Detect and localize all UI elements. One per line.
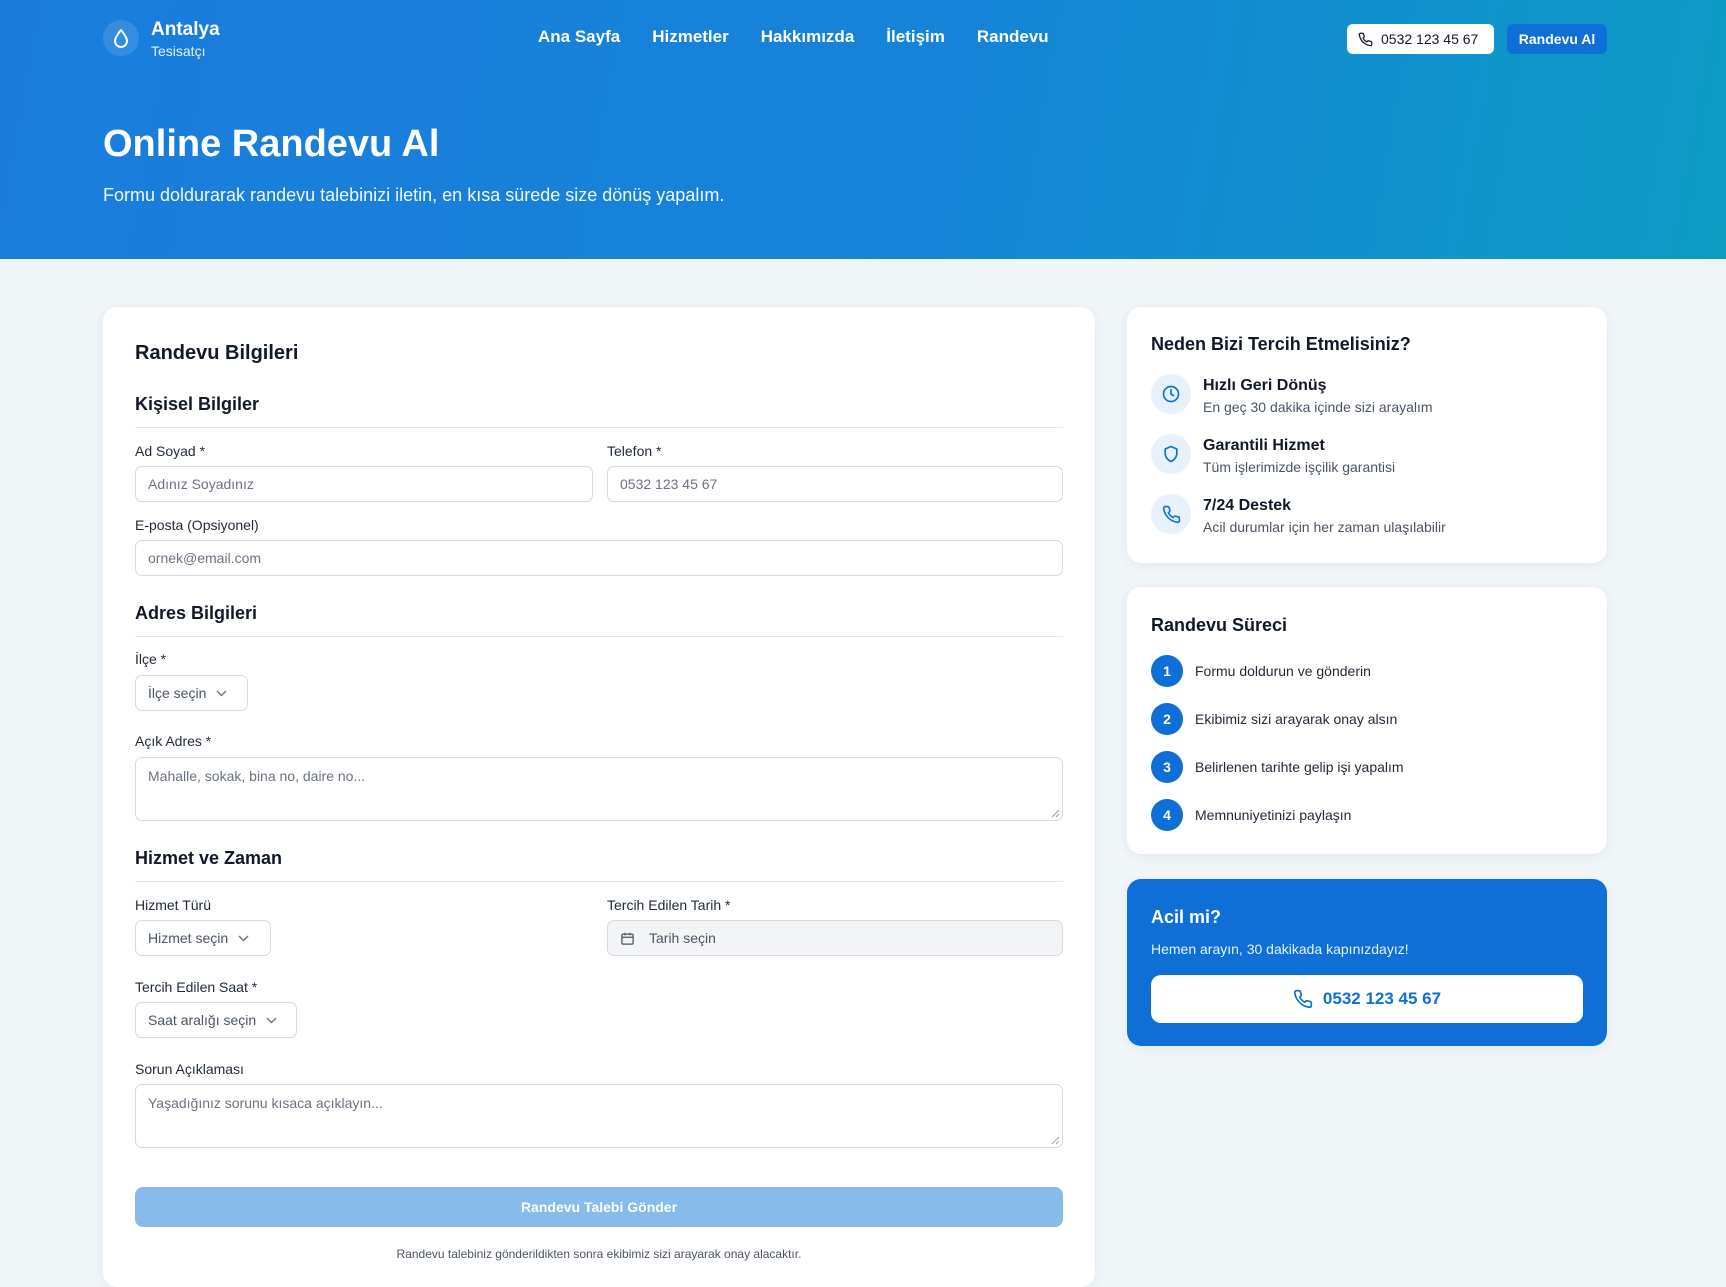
feature-title: Garantili Hizmet: [1203, 437, 1325, 454]
nav-item-home[interactable]: Ana Sayfa: [538, 27, 620, 47]
header-appointment-button[interactable]: Randevu Al: [1507, 24, 1607, 54]
step-text: Memnuniyetinizi paylaşın: [1195, 807, 1352, 823]
feature-item: Hızlı Geri Dönüş En geç 30 dakika içinde…: [1151, 374, 1581, 418]
nav-item-services[interactable]: Hizmetler: [652, 27, 729, 47]
address-label: Açık Adres *: [135, 733, 212, 749]
clock-icon: [1151, 374, 1191, 414]
why-choose-us-card: Neden Bizi Tercih Etmelisiniz? Hızlı Ger…: [1127, 307, 1607, 563]
feature-title: 7/24 Destek: [1203, 497, 1292, 514]
resize-grip-icon[interactable]: [1051, 809, 1060, 818]
process-step: 1 Formu doldurun ve gönderin: [1151, 655, 1571, 687]
phone-icon: [1151, 494, 1191, 534]
service-type-value: Hizmet seçin: [148, 930, 229, 946]
feature-description: Tüm işlerimizde işçilik garantisi: [1203, 459, 1396, 475]
section-title-service: Hizmet ve Zaman: [135, 848, 283, 868]
section-divider: [135, 636, 1063, 637]
appointment-form-card: Randevu Bilgileri Kişisel Bilgiler Ad So…: [103, 307, 1095, 1287]
service-type-select[interactable]: Hizmet seçin: [135, 920, 271, 956]
feature-title: Hızlı Geri Dönüş: [1203, 377, 1327, 394]
step-number: 1: [1151, 655, 1183, 687]
date-label: Tercih Edilen Tarih *: [607, 897, 731, 913]
phone-icon: [1358, 32, 1373, 46]
description-placeholder: Yaşadığınız sorunu kısaca açıklayın...: [148, 1095, 383, 1111]
feature-description: Acil durumlar için her zaman ulaşılabili…: [1203, 519, 1446, 535]
water-drop-icon: [103, 20, 139, 56]
nav-item-appointment[interactable]: Randevu: [977, 27, 1049, 47]
urgent-call-card: Acil mi? Hemen arayın, 30 dakikada kapın…: [1127, 879, 1607, 1046]
urgent-subtitle: Hemen arayın, 30 dakikada kapınızdayız!: [1151, 941, 1409, 957]
form-footnote: Randevu talebiniz gönderildikten sonra e…: [396, 1247, 802, 1261]
address-placeholder: Mahalle, sokak, bina no, daire no...: [148, 768, 366, 784]
email-label: E-posta (Opsiyonel): [135, 517, 259, 533]
process-step: 4 Memnuniyetinizi paylaşın: [1151, 799, 1571, 831]
step-number: 2: [1151, 703, 1183, 735]
section-divider: [135, 881, 1063, 882]
phone-label: Telefon *: [607, 443, 662, 459]
feature-description: En geç 30 dakika içinde sizi arayalım: [1203, 399, 1433, 415]
header-phone-text: 0532 123 45 67: [1381, 31, 1479, 47]
name-input[interactable]: Adınız Soyadınız: [135, 466, 593, 502]
header-phone-button[interactable]: 0532 123 45 67: [1347, 24, 1494, 54]
step-number: 4: [1151, 799, 1183, 831]
chevron-down-icon: [216, 690, 227, 696]
email-input[interactable]: ornek@email.com: [135, 540, 1063, 576]
district-label: İlçe *: [135, 651, 167, 667]
district-select[interactable]: İlçe seçin: [135, 675, 248, 711]
urgent-phone-text: 0532 123 45 67: [1322, 989, 1442, 1008]
address-textarea[interactable]: Mahalle, sokak, bina no, daire no...: [135, 757, 1063, 821]
feature-item: 7/24 Destek Acil durumlar için her zaman…: [1151, 494, 1581, 538]
brand-subtitle: Tesisatçı: [151, 43, 206, 59]
resize-grip-icon[interactable]: [1051, 1136, 1060, 1145]
feature-item: Garantili Hizmet Tüm işlerimizde işçilik…: [1151, 434, 1581, 478]
nav-item-contact[interactable]: İletişim: [886, 27, 945, 47]
submit-button[interactable]: Randevu Talebi Gönder: [135, 1187, 1063, 1227]
shield-icon: [1151, 434, 1191, 474]
page-title: Online Randevu Al: [103, 123, 440, 165]
form-title: Randevu Bilgileri: [135, 342, 299, 364]
time-select-value: Saat aralığı seçin: [148, 1012, 257, 1028]
why-card-title: Neden Bizi Tercih Etmelisiniz?: [1151, 334, 1411, 354]
calendar-icon: [621, 932, 634, 945]
phone-icon: [1293, 989, 1313, 1009]
step-text: Formu doldurun ve gönderin: [1195, 663, 1371, 679]
main-menu: Ana Sayfa Hizmetler Hakkımızda İletişim …: [538, 27, 1049, 47]
process-step: 2 Ekibimiz sizi arayarak onay alsın: [1151, 703, 1571, 735]
step-text: Ekibimiz sizi arayarak onay alsın: [1195, 711, 1398, 727]
section-title-address: Adres Bilgileri: [135, 603, 258, 623]
page-subtitle: Formu doldurarak randevu talebinizi ilet…: [103, 185, 725, 205]
hero-header: Antalya Tesisatçı Ana Sayfa Hizmetler Ha…: [0, 0, 1726, 259]
name-label: Ad Soyad *: [135, 443, 206, 459]
process-step: 3 Belirlenen tarihte gelip işi yapalım: [1151, 751, 1571, 783]
service-type-label: Hizmet Türü: [135, 897, 211, 913]
section-title-personal: Kişisel Bilgiler: [135, 394, 260, 414]
description-label: Sorun Açıklaması: [135, 1061, 244, 1077]
section-divider: [135, 427, 1063, 428]
chevron-down-icon: [238, 935, 249, 941]
time-select[interactable]: Saat aralığı seçin: [135, 1002, 297, 1038]
district-select-value: İlçe seçin: [148, 685, 207, 701]
date-placeholder: Tarih seçin: [649, 930, 716, 946]
urgent-call-button[interactable]: 0532 123 45 67: [1151, 975, 1583, 1023]
step-number: 3: [1151, 751, 1183, 783]
time-label: Tercih Edilen Saat *: [135, 979, 258, 995]
process-card-title: Randevu Süreci: [1151, 615, 1288, 635]
top-navigation: Antalya Tesisatçı Ana Sayfa Hizmetler Ha…: [103, 18, 1607, 62]
appointment-process-card: Randevu Süreci 1 Formu doldurun ve gönde…: [1127, 587, 1607, 854]
chevron-down-icon: [266, 1017, 277, 1023]
step-text: Belirlenen tarihte gelip işi yapalım: [1195, 759, 1404, 775]
nav-item-about[interactable]: Hakkımızda: [761, 27, 855, 47]
urgent-title: Acil mi?: [1151, 907, 1222, 927]
phone-input[interactable]: 0532 123 45 67: [607, 466, 1063, 502]
description-textarea[interactable]: Yaşadığınız sorunu kısaca açıklayın...: [135, 1084, 1063, 1148]
date-picker[interactable]: Tarih seçin: [607, 920, 1063, 956]
brand-title: Antalya: [151, 19, 220, 40]
brand-logo[interactable]: Antalya Tesisatçı: [103, 18, 243, 62]
